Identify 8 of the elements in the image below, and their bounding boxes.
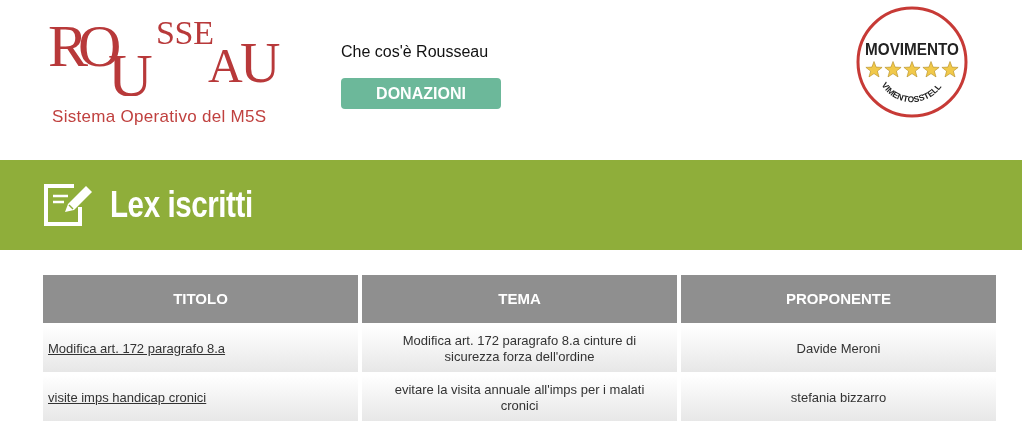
banner-title: Lex iscritti bbox=[110, 183, 253, 227]
column-header: PROPONENTE bbox=[681, 275, 996, 323]
column-header: TEMA bbox=[362, 275, 677, 323]
edit-note-icon bbox=[44, 183, 94, 227]
nav-link[interactable]: Che cos'è Rousseau bbox=[341, 40, 489, 64]
logo-tagline: Sistema Operativo del M5S bbox=[52, 106, 267, 128]
proposal-link[interactable]: visite imps handicap cronici bbox=[48, 389, 207, 407]
column-header: TITOLO bbox=[43, 275, 358, 323]
